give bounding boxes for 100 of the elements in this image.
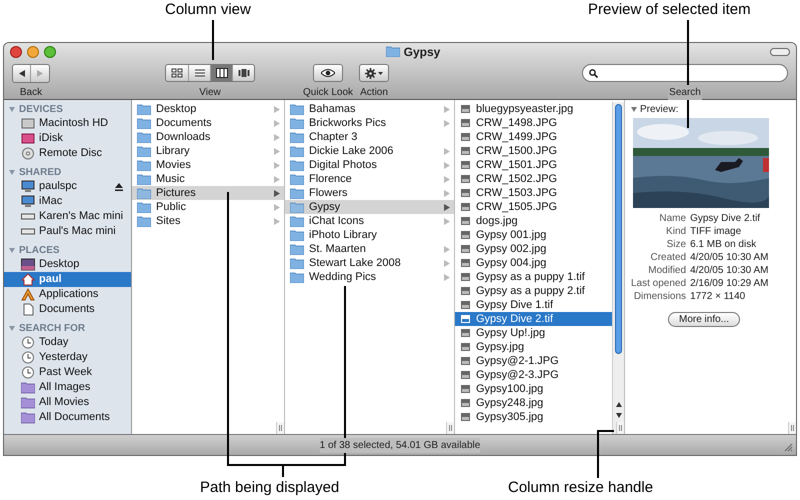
file-row[interactable]: Gypsy 004.jpg <box>455 256 612 270</box>
file-row[interactable]: Gypsy305.jpg <box>455 410 612 424</box>
file-row[interactable]: Gypsy as a puppy 2.tif <box>455 284 612 298</box>
folder-row[interactable]: Public <box>132 200 284 214</box>
quick-look-button[interactable] <box>313 64 344 82</box>
thumbnail-icon <box>461 273 470 281</box>
file-row[interactable]: Gypsy as a puppy 1.tif <box>455 270 612 284</box>
sidebar-item[interactable]: Desktop <box>4 257 131 272</box>
file-row[interactable]: Gypsy@2-3.JPG <box>455 368 612 382</box>
smart-folder-icon <box>21 411 35 424</box>
folder-row[interactable]: Dickie Lake 2006 <box>285 144 454 158</box>
file-row[interactable]: Gypsy100.jpg <box>455 382 612 396</box>
column-resize-handle[interactable] <box>276 422 284 434</box>
file-row[interactable]: Gypsy Dive 2.tif <box>455 312 612 326</box>
sidebar-item[interactable]: Yesterday <box>4 350 131 365</box>
close-button[interactable] <box>10 46 22 58</box>
eject-icon[interactable] <box>115 182 123 190</box>
file-row[interactable]: Gypsy@2-1.JPG <box>455 354 612 368</box>
file-row[interactable]: CRW_1505.JPG <box>455 200 612 214</box>
folder-row[interactable]: Music <box>132 172 284 186</box>
folder-row[interactable]: Brickworks Pics <box>285 116 454 130</box>
callout-label: Column resize handle <box>508 480 654 495</box>
eye-icon <box>321 69 336 77</box>
disclosure-triangle-icon[interactable] <box>9 248 15 253</box>
search-field[interactable] <box>582 64 788 82</box>
resize-grip-icon[interactable] <box>783 442 793 452</box>
disclosure-triangle-icon[interactable] <box>9 170 15 175</box>
folder-row[interactable]: Desktop <box>132 102 284 116</box>
scroll-bar[interactable] <box>612 102 624 434</box>
folder-icon <box>137 104 151 114</box>
view-button[interactable] <box>210 65 232 81</box>
folder-row[interactable]: Pictures <box>132 186 284 200</box>
search-label: Search <box>668 85 702 100</box>
file-row[interactable]: CRW_1502.JPG <box>455 172 612 186</box>
sidebar-item[interactable]: Macintosh HD <box>4 116 131 131</box>
sidebar-item[interactable]: paulspc <box>4 179 131 194</box>
sidebar-item[interactable]: All Movies <box>4 395 131 410</box>
minimize-button[interactable] <box>27 46 39 58</box>
thumbnail-icon <box>461 105 470 113</box>
toolbar-toggle-button[interactable] <box>770 48 790 56</box>
sidebar-item[interactable]: paul <box>4 272 131 287</box>
action-button[interactable] <box>359 64 390 82</box>
column-resize-handle[interactable] <box>616 422 624 434</box>
sidebar-item[interactable]: iDisk <box>4 131 131 146</box>
folder-row[interactable]: St. Maarten <box>285 242 454 256</box>
folder-row[interactable]: Wedding Pics <box>285 270 454 284</box>
file-row[interactable]: CRW_1500.JPG <box>455 144 612 158</box>
folder-row[interactable]: Digital Photos <box>285 158 454 172</box>
folder-row[interactable]: iPhoto Library <box>285 228 454 242</box>
column-resize-handle[interactable] <box>788 422 796 434</box>
sidebar-item[interactable]: Paul's Mac mini <box>4 224 131 239</box>
file-row[interactable]: dogs.jpg <box>455 214 612 228</box>
sidebar-item[interactable]: Today <box>4 335 131 350</box>
file-row[interactable]: Gypsy Up!.jpg <box>455 326 612 340</box>
sidebar-item[interactable]: Documents <box>4 302 131 317</box>
monitor-icon <box>21 180 35 193</box>
more-info-button[interactable]: More info... <box>668 312 740 327</box>
folder-row[interactable]: Downloads <box>132 130 284 144</box>
folder-row[interactable]: Movies <box>132 158 284 172</box>
folder-row[interactable]: Gypsy <box>285 200 454 214</box>
action-label: Action <box>360 86 388 100</box>
disclosure-triangle-icon[interactable] <box>631 107 637 112</box>
zoom-button[interactable] <box>44 46 56 58</box>
file-row[interactable]: CRW_1503.JPG <box>455 186 612 200</box>
file-row[interactable]: Gypsy248.jpg <box>455 396 612 410</box>
folder-row[interactable]: Stewart Lake 2008 <box>285 256 454 270</box>
folder-row[interactable]: iChat Icons <box>285 214 454 228</box>
file-row[interactable]: Gypsy.jpg <box>455 340 612 354</box>
sidebar-item[interactable]: Past Week <box>4 365 131 380</box>
folder-row[interactable]: Sites <box>132 214 284 228</box>
folder-row[interactable]: Library <box>132 144 284 158</box>
folder-icon <box>137 188 151 198</box>
sidebar-item[interactable]: Applications <box>4 287 131 302</box>
folder-row[interactable]: Florence <box>285 172 454 186</box>
sidebar-item[interactable]: All Images <box>4 380 131 395</box>
info-value: 2/16/09 10:29 AM <box>690 277 768 290</box>
file-row[interactable]: Gypsy Dive 1.tif <box>455 298 612 312</box>
thumbnail-icon <box>461 315 470 323</box>
file-row[interactable]: Gypsy 001.jpg <box>455 228 612 242</box>
file-row[interactable]: bluegypsyeaster.jpg <box>455 102 612 116</box>
file-row[interactable]: CRW_1501.JPG <box>455 158 612 172</box>
sidebar-item[interactable]: Remote Disc <box>4 146 131 161</box>
sidebar-item[interactable]: Karen's Mac mini <box>4 209 131 224</box>
disclosure-triangle-icon[interactable] <box>9 107 15 112</box>
folder-row[interactable]: Documents <box>132 116 284 130</box>
file-row[interactable]: CRW_1498.JPG <box>455 116 612 130</box>
info-value: TIFF image <box>690 225 742 238</box>
folder-row[interactable]: Flowers <box>285 186 454 200</box>
column-resize-handle[interactable] <box>446 422 454 434</box>
folder-row[interactable]: Chapter 3 <box>285 130 454 144</box>
file-row[interactable]: CRW_1499.JPG <box>455 130 612 144</box>
disclosure-triangle-icon[interactable] <box>9 326 15 331</box>
folder-icon <box>290 244 304 254</box>
info-label: Created <box>649 251 686 264</box>
folder-icon <box>290 174 304 184</box>
sidebar-item[interactable]: All Documents <box>4 410 131 425</box>
sidebar-item[interactable]: iMac <box>4 194 131 209</box>
thumbnail-icon <box>461 371 470 379</box>
folder-row[interactable]: Bahamas <box>285 102 454 116</box>
file-row[interactable]: Gypsy 002.jpg <box>455 242 612 256</box>
